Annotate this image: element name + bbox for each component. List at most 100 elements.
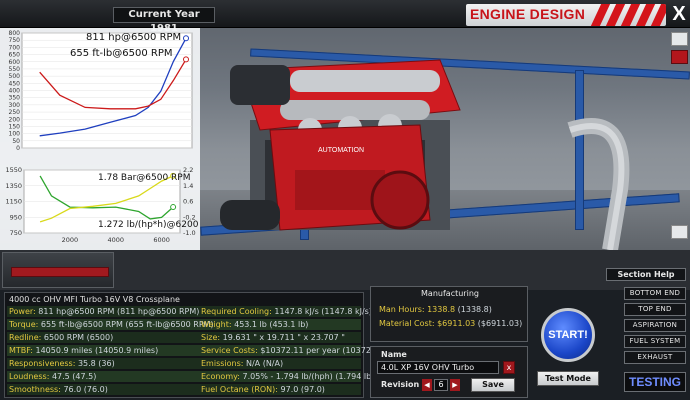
y-tick-label: 100: [9, 131, 21, 138]
y-tick-label: 300: [9, 102, 21, 109]
stat-item: Required Cooling: 1147.8 kJ/s (1147.8 kJ…: [201, 307, 372, 316]
y-tick-label: 800: [9, 30, 21, 37]
stat-label: Responsiveness:: [9, 359, 78, 368]
y-tick-label: 550: [9, 66, 21, 73]
x-tick-label: 2000: [62, 236, 79, 244]
section-title: ENGINE DESIGN: [466, 4, 666, 26]
nav-top-end[interactable]: TOP END: [624, 303, 686, 316]
nav-aspiration[interactable]: ASPIRATION: [624, 319, 686, 332]
y-tick-label: 700: [9, 44, 21, 51]
stat-label: Fuel Octane (RON):: [201, 385, 281, 394]
y-tick-label: 600: [9, 59, 21, 66]
stat-label: Loudness:: [9, 372, 52, 381]
revision-decrement-button[interactable]: ◀: [422, 379, 432, 391]
top-bar: Current Year 1981 ENGINE DESIGN X: [0, 0, 690, 34]
boost-peak-label: 1.78 Bar@6500 RPM: [98, 173, 191, 183]
engine-render: AUTOMATION: [220, 59, 461, 231]
revision-value: 6: [434, 379, 448, 391]
name-panel: Name 4.0L XP 16V OHV Turbo x Revision ◀ …: [370, 346, 528, 398]
stat-value: 35.8 (36): [77, 359, 115, 368]
testing-button[interactable]: TESTING: [624, 372, 686, 392]
stat-item: Redline: 6500 RPM (6500): [9, 333, 113, 342]
view-toggle-icon[interactable]: [671, 50, 688, 64]
stat-label: Size:: [201, 333, 223, 342]
man-hours-value: 1338.8: [427, 305, 456, 314]
revision-label: Revision: [381, 380, 420, 389]
engine-name-input[interactable]: 4.0L XP 16V OHV Turbo: [377, 361, 499, 374]
y-tick-label: 1550: [5, 166, 22, 174]
rpm-slider-box[interactable]: [2, 252, 114, 288]
y2-tick-label: 0.6: [183, 198, 193, 206]
stat-item: Torque: 655 ft-lb@6500 RPM (655 ft-lb@65…: [9, 320, 214, 329]
stat-item: MTBF: 14050.9 miles (14050.9 miles): [9, 346, 158, 355]
revision-increment-button[interactable]: ▶: [450, 379, 460, 391]
y-tick-label: 450: [9, 80, 21, 87]
material-cost-value: $6911.03: [437, 319, 476, 328]
close-button[interactable]: X: [669, 3, 689, 25]
y-tick-label: 750: [10, 229, 22, 237]
y-tick-label: 400: [9, 88, 21, 95]
material-cost-label: Material Cost:: [379, 319, 438, 328]
stat-item: Service Costs: $10372.11 per year (10372…: [201, 346, 387, 355]
bsfc-peak-label: 1.272 lb/(hp*h)@6200 RPM: [98, 220, 200, 230]
y-tick-label: 150: [9, 123, 21, 130]
stat-value: 6500 RPM (6500): [43, 333, 114, 342]
stat-item: Responsiveness: 35.8 (36): [9, 359, 115, 368]
clear-name-button[interactable]: x: [503, 361, 515, 374]
save-button[interactable]: Save: [471, 378, 515, 392]
test-mode-button[interactable]: Test Mode: [537, 371, 599, 386]
series-end-marker: [170, 204, 177, 211]
y-tick-label: 0: [16, 145, 20, 152]
stat-label: Economy:: [201, 372, 243, 381]
section-help-button[interactable]: Section Help: [606, 268, 686, 281]
current-year: Current Year 1981: [113, 7, 215, 34]
y-tick-label: 350: [9, 95, 21, 102]
y-tick-label: 250: [9, 109, 21, 116]
y-tick-label: 950: [10, 213, 22, 221]
zoom-icon[interactable]: [671, 225, 688, 239]
stat-item: Smoothness: 76.0 (76.0): [9, 385, 108, 394]
series-end-marker: [183, 56, 189, 63]
man-hours-paren: (1338.8): [455, 305, 492, 314]
section-title-text: ENGINE DESIGN: [470, 6, 586, 22]
stat-item: Economy: 7.05% - 1.794 lb/(hph) (1.794 l…: [201, 372, 398, 381]
stat-value: 453.1 lb (453.1 lb): [234, 320, 309, 329]
y-tick-label: 1350: [5, 182, 22, 190]
manufacturing-title: Manufacturing: [421, 289, 479, 298]
stat-value: N/A (N/A): [246, 359, 284, 368]
stat-item: Loudness: 47.5 (47.5): [9, 372, 96, 381]
y2-tick-label: -1.0: [183, 229, 196, 237]
torque-peak-label: 655 ft-lb@6500 RPM: [70, 48, 173, 59]
camera-toggle-icon[interactable]: [671, 32, 688, 46]
series-end-marker: [183, 35, 189, 42]
stat-value: 97.0 (97.0): [280, 385, 325, 394]
engine-spec-title: 4000 cc OHV MFI Turbo 16V V8 Crossplane: [9, 295, 180, 304]
man-hours-label: Man Hours:: [379, 305, 428, 314]
stat-label: Emissions:: [201, 359, 246, 368]
stat-value: 811 hp@6500 RPM (811 hp@6500 RPM): [38, 307, 200, 316]
y-tick-label: 650: [9, 52, 21, 59]
man-hours: Man Hours: 1338.8 (1338.8): [379, 305, 492, 314]
start-button[interactable]: START!: [541, 308, 595, 362]
performance-charts: 800 750 700 650 600 550 500 450 400 350 300 250 200 1…: [0, 28, 221, 250]
stat-label: Power:: [9, 307, 39, 316]
y-tick-label: 200: [9, 116, 21, 123]
stat-value: $10372.11 per year (10372.11): [260, 346, 387, 355]
stat-label: Required Cooling:: [201, 307, 275, 316]
stat-value: 19.631 " x 19.711 " x 23.707 ": [222, 333, 345, 342]
stat-item: Power: 811 hp@6500 RPM (811 hp@6500 RPM): [9, 307, 199, 316]
stat-label: Smoothness:: [9, 385, 64, 394]
material-cost-paren: ($6911.03): [475, 319, 523, 328]
nav-exhaust[interactable]: EXHAUST: [624, 351, 686, 364]
stat-value: 76.0 (76.0): [63, 385, 108, 394]
stat-label: Weight:: [201, 320, 235, 329]
nav-fuel-system[interactable]: FUEL SYSTEM: [624, 335, 686, 348]
rpm-slider-track[interactable]: [11, 267, 109, 277]
x-tick-label: 6000: [153, 236, 170, 244]
stat-label: Redline:: [9, 333, 44, 342]
nav-bottom-end[interactable]: BOTTOM END: [624, 287, 686, 300]
stat-item: Size: 19.631 " x 19.711 " x 23.707 ": [201, 333, 345, 342]
charts-svg: 8007507006506005505004504003503002502001…: [5, 30, 220, 244]
stat-item: Fuel Octane (RON): 97.0 (97.0): [201, 385, 325, 394]
stat-label: MTBF:: [9, 346, 36, 355]
